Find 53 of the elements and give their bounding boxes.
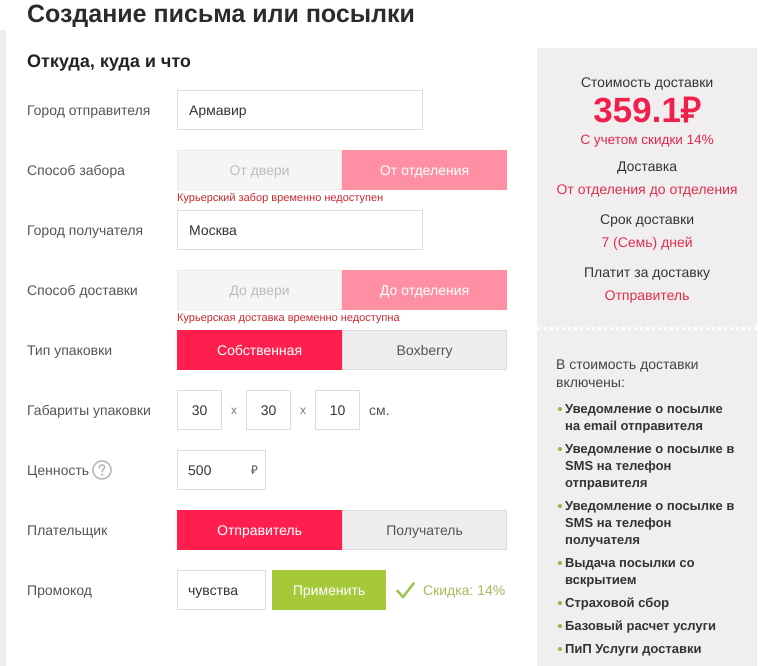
price: 359.1₽ <box>593 91 701 131</box>
bullet-icon <box>558 647 562 651</box>
toggle-option[interactable]: Получатель <box>342 510 507 550</box>
bullet-icon <box>558 561 562 565</box>
help-icon[interactable] <box>92 460 112 480</box>
bullet-icon <box>558 504 562 508</box>
field-label: Город получателя <box>27 221 144 239</box>
dimension-field[interactable]: 10 <box>315 390 360 430</box>
bullet-icon <box>558 624 562 628</box>
field-label: Тип упаковки <box>27 341 114 359</box>
field-label: Плательщик <box>27 521 108 539</box>
detail-label: Платит за доставку <box>584 263 710 281</box>
unit-label: см. <box>369 400 390 420</box>
field-label: Город отправителя <box>27 101 152 119</box>
error-message: Курьерская доставка временно недоступна <box>177 311 400 325</box>
detail-value: Отправитель <box>604 286 690 304</box>
error-message: Курьерский забор временно недоступен <box>177 191 384 205</box>
toggle-option[interactable]: Boxberry <box>342 330 507 370</box>
toggle-option[interactable]: Отправитель <box>177 510 342 550</box>
discount-status: Скидка: 14% <box>423 580 506 600</box>
included-item: Страховой сбор <box>565 594 670 611</box>
bullet-icon <box>558 407 562 411</box>
included-item: Уведомление о посылке в SMS на телефон отправителя <box>565 440 735 491</box>
cost-label: Стоимость доставки <box>580 73 714 91</box>
detail-label: Срок доставки <box>600 210 694 228</box>
page-title: Создание письма или посылки <box>27 0 415 28</box>
bullet-icon <box>558 601 562 605</box>
currency-sign: ₽ <box>251 462 258 479</box>
included-item: Уведомление о посылке на email отправителя <box>565 400 724 434</box>
dimension-field[interactable]: 30 <box>246 390 291 430</box>
dimension-field[interactable]: 30 <box>177 390 222 430</box>
included-heading: В стоимость доставки включены: <box>556 355 700 391</box>
city-field[interactable]: Москва <box>177 210 423 250</box>
field-label: Способ доставки <box>27 281 139 299</box>
included-item: Выдача посылки со вскрытием <box>565 554 696 588</box>
city-field[interactable]: Армавир <box>177 90 423 130</box>
promo-code-field[interactable]: чувства <box>177 570 266 610</box>
included-item: Базовый расчет услуги <box>565 617 718 634</box>
times-sign: x <box>299 402 307 419</box>
detail-value: 7 (Семь) дней <box>601 233 693 251</box>
included-item: ПиП Услуги доставки <box>565 640 702 657</box>
detail-value: От отделения до отделения <box>556 180 738 198</box>
detail-label: Доставка <box>616 157 678 175</box>
included-item: Уведомление о посылке в SMS на телефон получателя <box>565 497 735 548</box>
field-label: Габариты упаковки <box>27 401 152 419</box>
bullet-icon <box>558 447 562 451</box>
discount-note: С учетом скидки 14% <box>580 131 714 149</box>
field-label: Промокод <box>27 581 93 599</box>
field-label: Ценность <box>27 461 90 479</box>
section-heading: Откуда, куда и что <box>27 50 191 72</box>
field-label: Способ забора <box>27 161 126 179</box>
toggle-option[interactable]: Собственная <box>177 330 342 370</box>
times-sign: x <box>230 402 238 419</box>
